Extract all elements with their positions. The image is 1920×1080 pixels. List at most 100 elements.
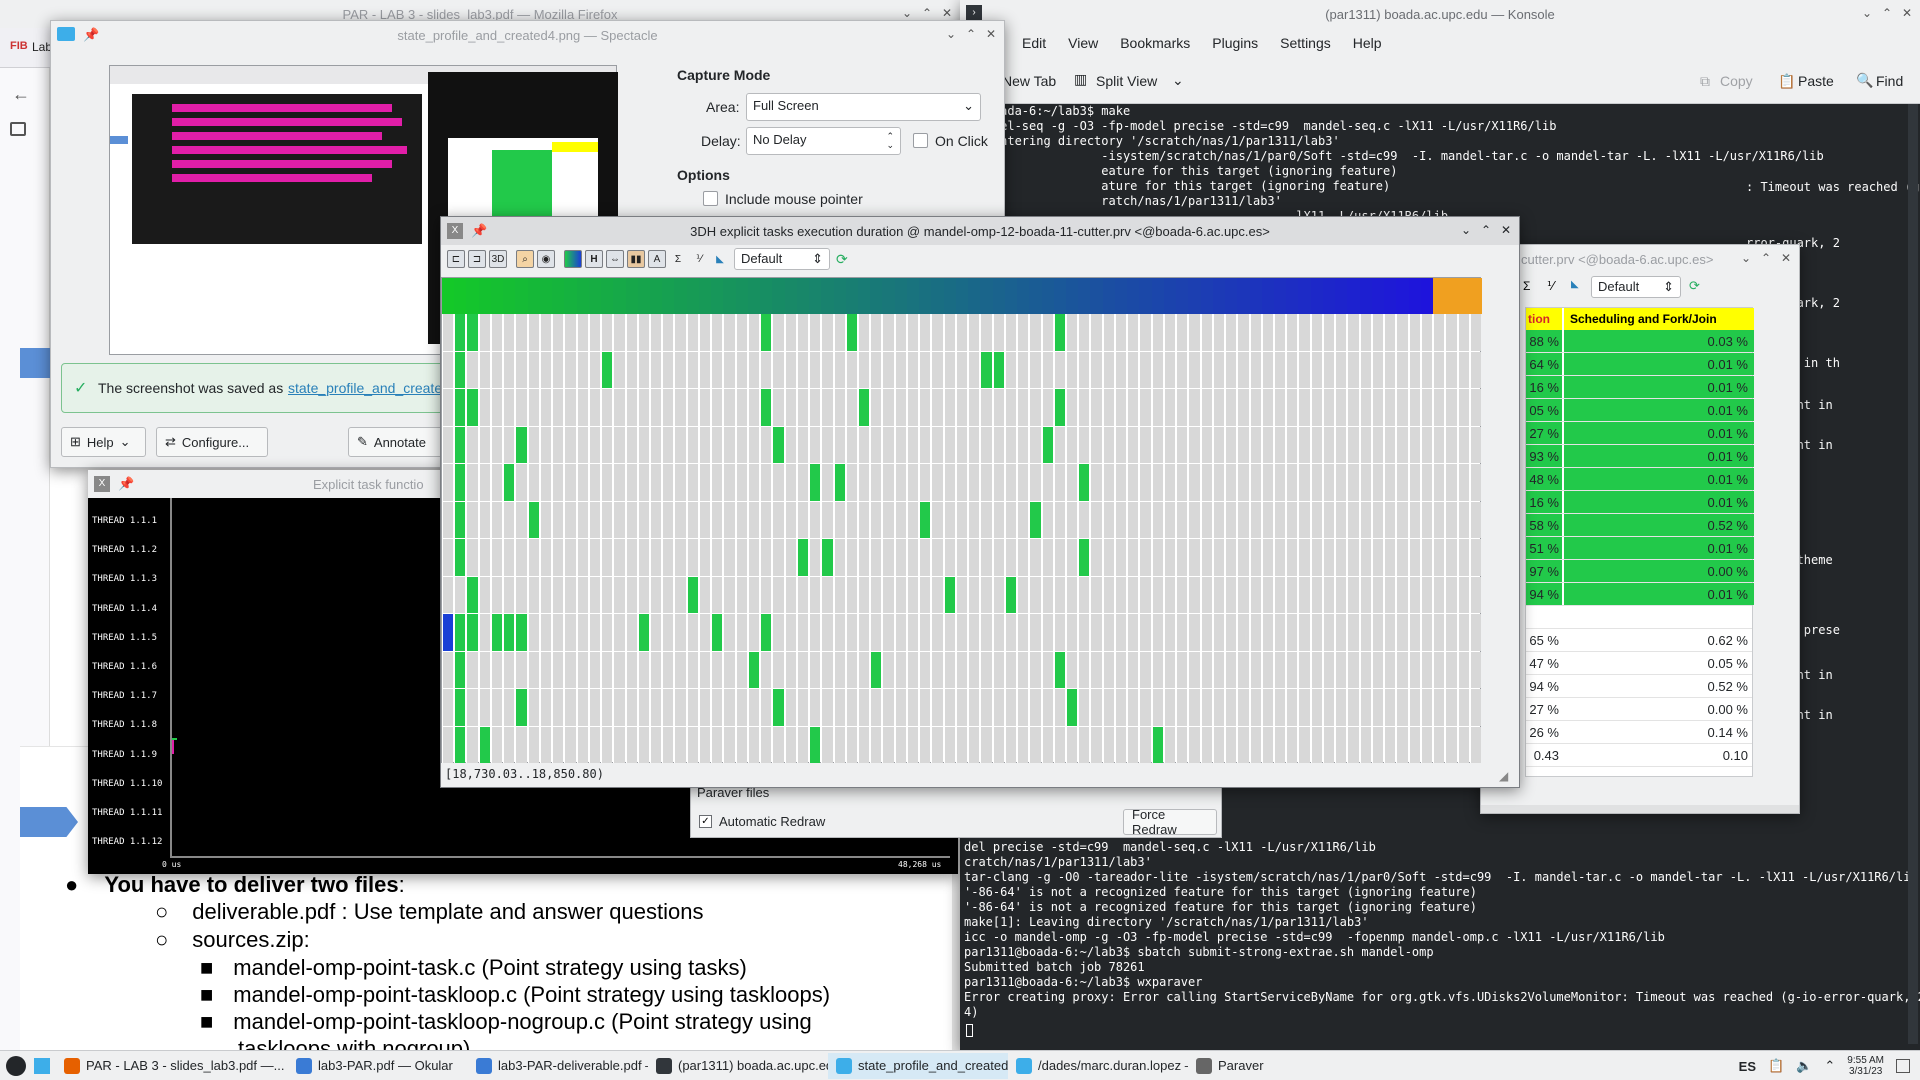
histogram-cell [1298, 726, 1310, 763]
percent-icon[interactable]: ⅟ [690, 250, 708, 268]
thread-label: THREAD 1.1.10 [92, 778, 163, 789]
sigma-icon[interactable]: Σ [1523, 279, 1530, 293]
sidebar-icon[interactable] [10, 122, 26, 136]
taskbar-item[interactable]: state_profile_and_created4.pn... [828, 1052, 1008, 1079]
histogram-cell [1212, 651, 1225, 688]
auto-redraw-checkbox[interactable]: ✓ [699, 815, 712, 828]
chevron-down-icon[interactable]: ⌄ [1172, 72, 1184, 89]
color-icon[interactable]: ◉ [537, 250, 555, 268]
close-icon[interactable]: ✕ [1501, 223, 1511, 237]
histogram-cell [772, 464, 784, 501]
3d-icon[interactable]: 3D [489, 250, 507, 268]
select-icon[interactable]: ◣ [1571, 279, 1579, 290]
copy-button[interactable]: Copy [1720, 73, 1753, 89]
menu-edit[interactable]: Edit [1022, 35, 1046, 51]
label-icon[interactable]: A [648, 250, 666, 268]
on-click-checkbox[interactable] [913, 133, 928, 148]
histogram-header-cell [442, 278, 455, 314]
split-view-button[interactable]: Split View [1096, 73, 1157, 89]
taskbar-item[interactable]: /dades/marc.duran.lopez — D... [1008, 1053, 1188, 1079]
maximize-icon[interactable]: ⌃ [1882, 6, 1892, 20]
percent-icon[interactable]: ⅟ [1547, 279, 1554, 293]
taskbar-item[interactable]: Paraver [1188, 1053, 1368, 1079]
taskbar-item[interactable]: lab3-PAR.pdf — Okular [288, 1053, 468, 1079]
menu-help[interactable]: Help [1353, 35, 1382, 51]
zoom-icon[interactable]: ⌕ [516, 250, 534, 268]
maximize-icon[interactable]: ⌃ [922, 6, 932, 20]
histogram-header-cell [784, 278, 798, 314]
volume-icon[interactable]: 🔈 [1796, 1058, 1812, 1074]
annotate-button[interactable]: ✎ Annotate [348, 427, 448, 457]
bars-icon[interactable]: ▮▮ [627, 250, 645, 268]
force-redraw-button[interactable]: Force Redraw [1123, 807, 1217, 837]
histogram-cell [601, 314, 613, 351]
histogram-plot[interactable] [441, 277, 1483, 763]
peek-desktop-icon[interactable] [1896, 1059, 1910, 1073]
spin-arrows-icon[interactable]: ⌃ ⌄ [886, 132, 894, 150]
close-icon[interactable]: ✕ [1902, 6, 1912, 20]
histogram-cell [1261, 726, 1273, 763]
fit-icon[interactable]: ⇔ [606, 250, 624, 268]
gradient-icon[interactable] [564, 250, 582, 268]
saved-message: The screenshot was saved as [98, 380, 284, 396]
histogram-cell [747, 314, 760, 351]
taskbar-item[interactable]: (par1311) boada.ac.upc.edu —... [648, 1053, 828, 1079]
menu-bookmarks[interactable]: Bookmarks [1120, 35, 1190, 51]
refresh-icon[interactable]: ⟳ [836, 251, 848, 268]
terminal-scrollbar[interactable] [1908, 104, 1918, 1044]
clipboard-icon[interactable]: 📋 [1768, 1058, 1784, 1074]
delay-spinbox[interactable]: No Delay ⌃ ⌄ [746, 127, 901, 155]
maximize-icon[interactable]: ⌃ [1761, 251, 1771, 265]
resize-grip-icon[interactable]: ◢ [1499, 769, 1513, 783]
new-tab-button[interactable]: New Tab [1002, 73, 1056, 89]
open-data-icon[interactable]: ⊐ [468, 250, 486, 268]
pin-icon[interactable]: 📌 [471, 223, 487, 239]
minimize-icon[interactable]: ⌄ [902, 6, 912, 20]
include-pointer-checkbox[interactable] [703, 191, 718, 206]
pin-icon[interactable]: 📌 [118, 476, 134, 492]
maximize-icon[interactable]: ⌃ [1481, 223, 1491, 237]
histogram-cell [919, 576, 931, 613]
configure-button[interactable]: ⇄ Configure... [156, 427, 268, 457]
sigma-icon[interactable]: Σ [669, 250, 687, 268]
clock-time[interactable]: 9:55 AM [1847, 1055, 1884, 1066]
show-desktop-icon[interactable] [34, 1057, 50, 1074]
back-icon[interactable]: ← [12, 84, 30, 105]
tray-expand-icon[interactable]: ⌃ [1824, 1058, 1835, 1074]
minimize-icon[interactable]: ⌄ [1862, 6, 1872, 20]
open-control-icon[interactable]: ⊏ [447, 250, 465, 268]
close-icon[interactable]: ✕ [986, 27, 996, 41]
paste-button[interactable]: Paste [1798, 73, 1834, 89]
area-select[interactable]: Full Screen ⌄ [746, 93, 981, 121]
paraver-stats-combo[interactable]: Default ⇕ [1591, 276, 1681, 298]
histogram-header-cell [527, 278, 541, 314]
menu-plugins[interactable]: Plugins [1212, 35, 1258, 51]
help-button[interactable]: ⊞ Help ⌄ [61, 427, 146, 457]
refresh-icon[interactable]: ⟳ [1689, 278, 1700, 294]
minimize-icon[interactable]: ⌄ [1741, 251, 1751, 265]
histogram-cell [601, 614, 613, 651]
histogram-cell [968, 576, 980, 613]
menu-settings[interactable]: Settings [1280, 35, 1331, 51]
histogram-cell [637, 351, 649, 388]
histogram-cell [1445, 651, 1457, 688]
taskbar-item[interactable]: PAR - LAB 3 - slides_lab3.pdf —... [56, 1053, 288, 1079]
find-button[interactable]: Find [1876, 73, 1903, 89]
clock-date[interactable]: 3/31/23 [1849, 1066, 1882, 1077]
saved-file-link[interactable]: state_profile_and_created4 [288, 380, 458, 396]
maximize-icon[interactable]: ⌃ [966, 27, 976, 41]
close-icon[interactable]: ✕ [942, 6, 952, 20]
pin-icon[interactable]: 📌 [83, 27, 99, 43]
histogram-combo[interactable]: Default ⇕ [734, 248, 830, 270]
launcher-icon[interactable] [6, 1055, 26, 1076]
select-icon[interactable]: ◣ [711, 250, 729, 268]
close-icon[interactable]: ✕ [1781, 251, 1791, 265]
keyboard-layout[interactable]: ES [1739, 1059, 1756, 1074]
minimize-icon[interactable]: ⌄ [1461, 223, 1471, 237]
taskbar-item[interactable]: lab3-PAR-deliverable.pdf — O... [468, 1053, 648, 1079]
menu-view[interactable]: View [1068, 35, 1098, 51]
horizontal-icon[interactable]: H [585, 250, 603, 268]
minimize-icon[interactable]: ⌄ [946, 27, 956, 41]
histogram-cell [931, 501, 943, 538]
histogram-cell [1298, 501, 1310, 538]
